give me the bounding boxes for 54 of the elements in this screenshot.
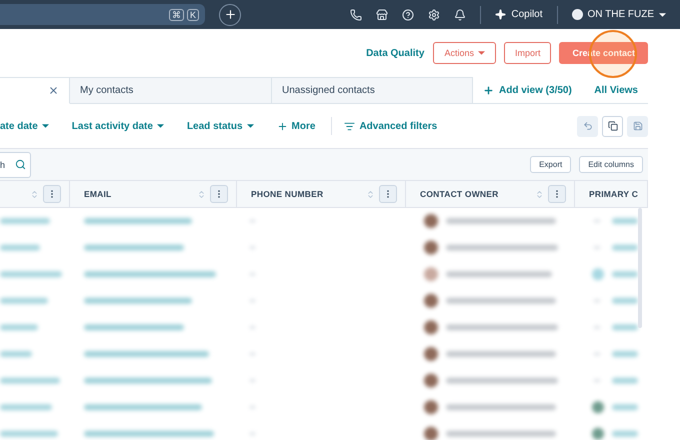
filter-button[interactable]: More bbox=[276, 120, 316, 132]
table-search-field[interactable]: h bbox=[0, 152, 31, 178]
search-field[interactable]: ⌘ K bbox=[0, 4, 205, 25]
help-icon[interactable] bbox=[402, 8, 414, 20]
data-quality-link[interactable]: Data Quality bbox=[366, 48, 424, 58]
copy-button[interactable] bbox=[602, 116, 623, 136]
plus-icon bbox=[276, 120, 288, 132]
sort-icon[interactable] bbox=[30, 190, 39, 198]
sort-icon[interactable] bbox=[366, 190, 375, 198]
filter-button[interactable]: Lead status bbox=[186, 120, 254, 132]
column-header[interactable]: PHONE NUMBER bbox=[237, 181, 406, 207]
account-menu[interactable]: ON THE FUZE bbox=[572, 9, 666, 20]
copilot-button[interactable]: Copilot bbox=[495, 9, 543, 20]
search-icon bbox=[15, 159, 26, 170]
view-tab[interactable]: Unassigned contacts bbox=[272, 77, 473, 104]
sort-icon[interactable] bbox=[535, 190, 544, 198]
add-view-button[interactable]: Add view (3/50) bbox=[473, 77, 572, 103]
caret-icon bbox=[478, 51, 485, 55]
plus-icon bbox=[224, 8, 236, 21]
sparkle-icon bbox=[495, 9, 506, 20]
caret-icon bbox=[246, 124, 254, 128]
edit-columns-button[interactable]: Edit columns bbox=[579, 156, 643, 173]
column-header[interactable]: PRIMARY C bbox=[575, 181, 648, 207]
column-menu-button[interactable] bbox=[210, 185, 228, 203]
copy-icon bbox=[608, 121, 618, 131]
actions-button[interactable]: Actions bbox=[433, 42, 496, 64]
filter-button[interactable]: Last activity date bbox=[72, 120, 164, 132]
column-header[interactable]: EMAIL bbox=[70, 181, 237, 207]
column-menu-button[interactable] bbox=[378, 185, 397, 203]
import-button[interactable]: Import bbox=[504, 42, 552, 64]
undo-icon bbox=[582, 121, 592, 131]
keyboard-key: K bbox=[186, 8, 199, 20]
close-icon[interactable] bbox=[48, 85, 59, 96]
filter-button[interactable]: ate date bbox=[0, 120, 49, 132]
plus-icon bbox=[483, 84, 494, 96]
save-icon bbox=[632, 121, 642, 131]
caret-icon bbox=[42, 124, 49, 128]
advanced-filters-button[interactable]: Advanced filters bbox=[344, 120, 438, 132]
column-menu-button[interactable] bbox=[548, 185, 566, 203]
settings-icon[interactable] bbox=[428, 8, 440, 20]
view-tab[interactable]: My contacts bbox=[70, 77, 272, 104]
caret-icon bbox=[659, 12, 666, 16]
all-views-link[interactable]: All Views bbox=[584, 77, 648, 103]
store-icon[interactable] bbox=[376, 8, 388, 20]
bell-icon[interactable] bbox=[454, 8, 466, 20]
add-button[interactable] bbox=[219, 4, 241, 26]
keyboard-key: ⌘ bbox=[168, 8, 184, 20]
sort-icon[interactable] bbox=[196, 190, 206, 198]
phone-icon[interactable] bbox=[350, 8, 362, 20]
column-menu-button[interactable] bbox=[43, 185, 61, 203]
column-header[interactable]: CONTACT OWNER bbox=[406, 181, 575, 207]
caret-icon bbox=[156, 124, 164, 128]
export-button[interactable]: Export bbox=[530, 156, 572, 173]
filter-icon bbox=[344, 120, 356, 132]
